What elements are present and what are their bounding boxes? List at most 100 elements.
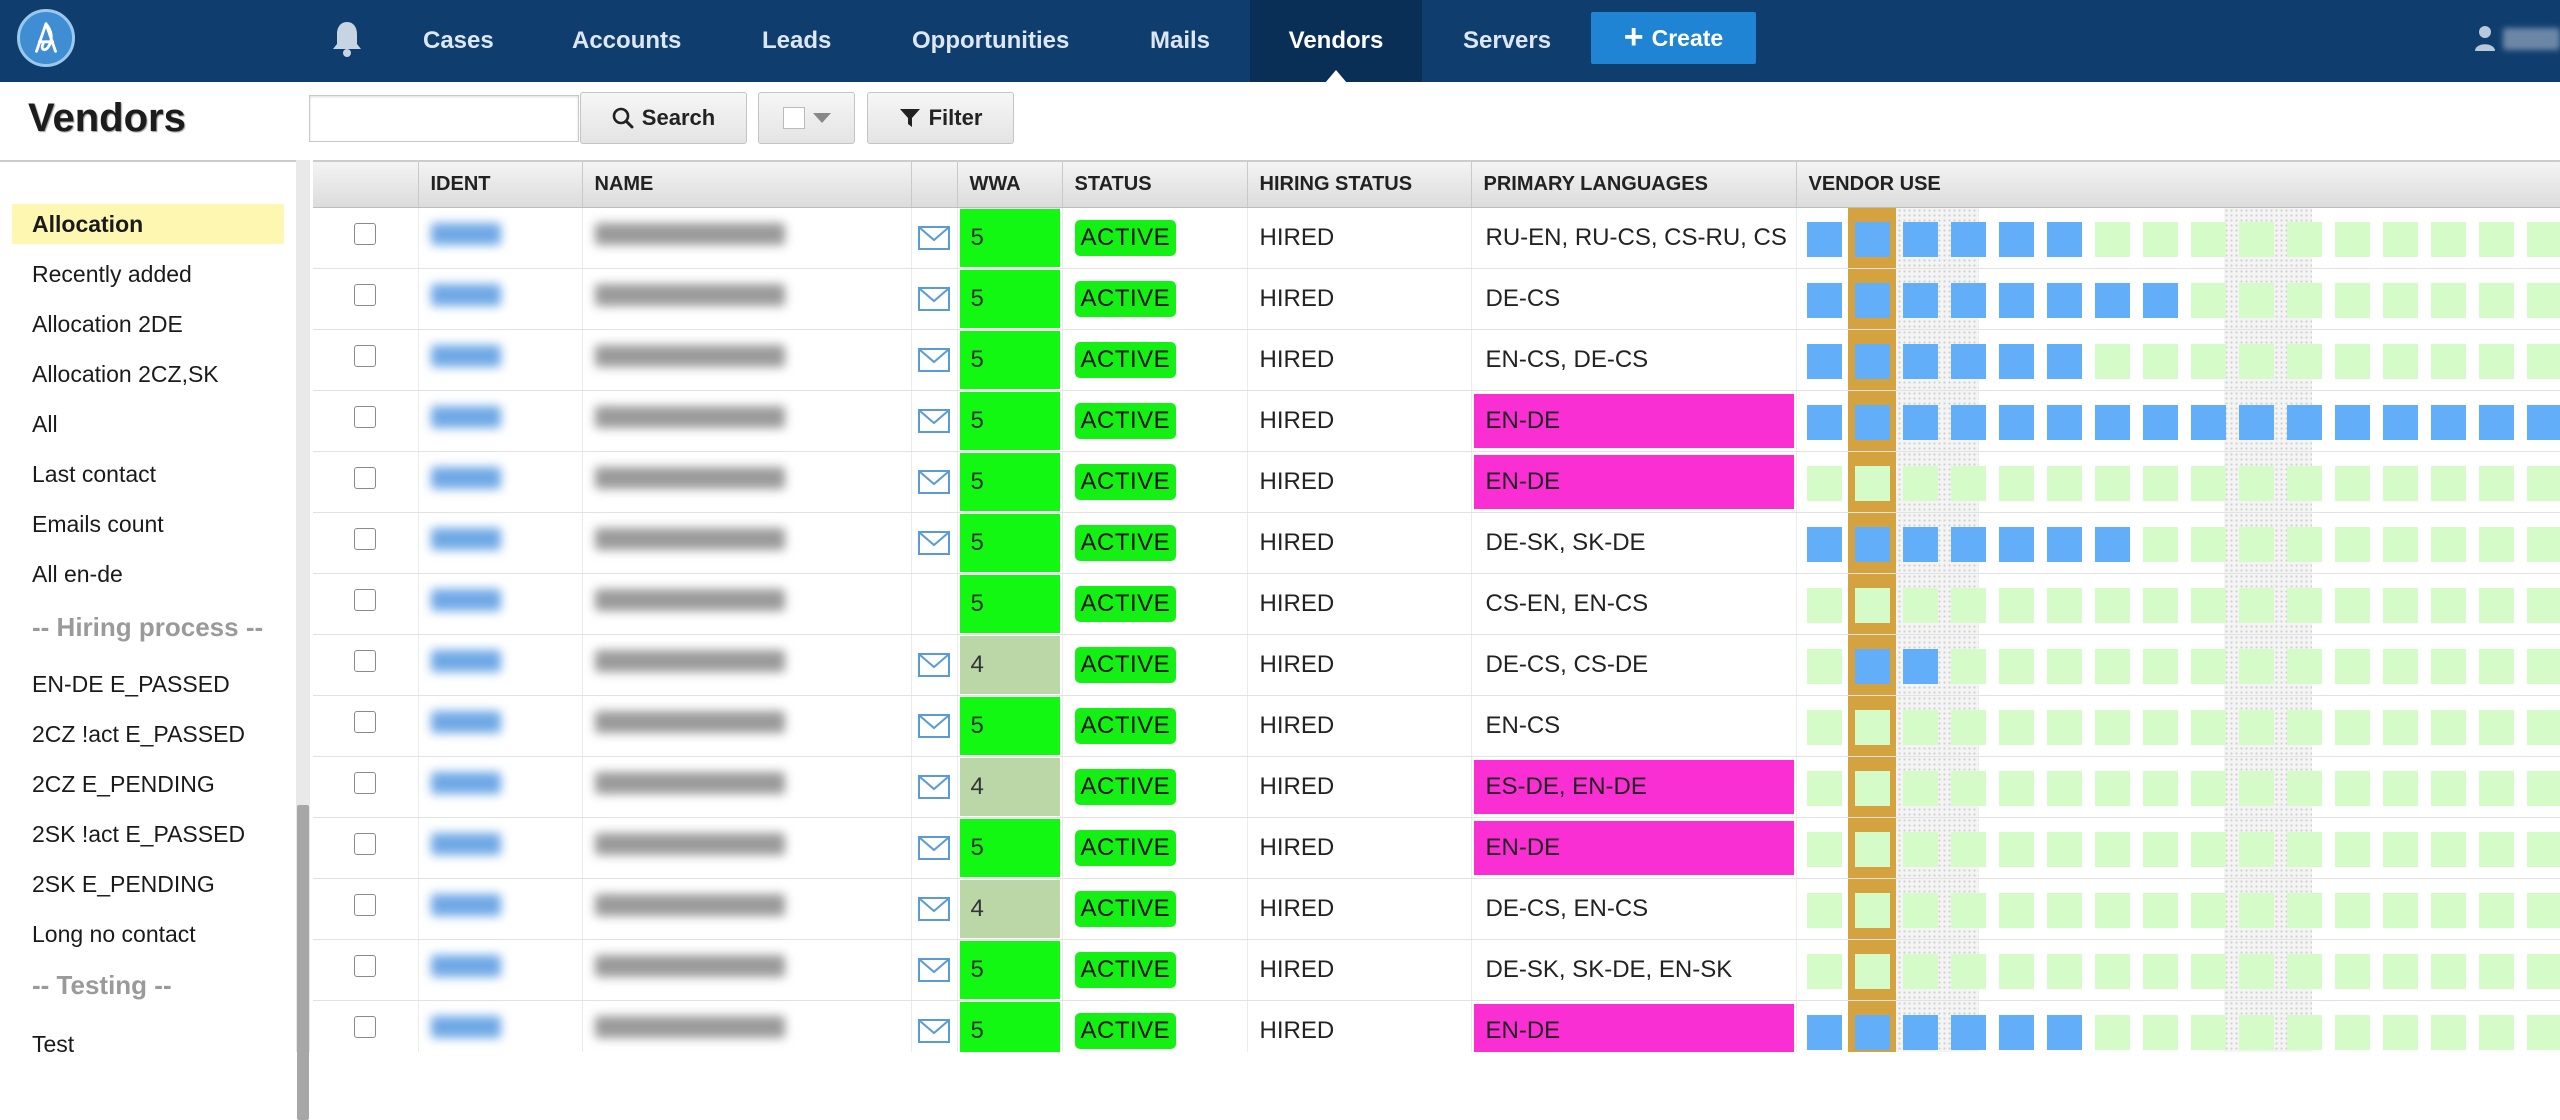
- vendor-use-day-busy[interactable]: [2143, 283, 2178, 318]
- vendor-use-day-free[interactable]: [2431, 466, 2466, 501]
- mail-icon[interactable]: [918, 653, 950, 677]
- vendor-use-day-busy[interactable]: [2335, 405, 2370, 440]
- nav-tab-leads[interactable]: Leads: [762, 0, 831, 82]
- column-header-hiring-status[interactable]: HIRING STATUS: [1247, 162, 1471, 207]
- vendor-use-day-free[interactable]: [1855, 893, 1890, 928]
- row-checkbox[interactable]: [354, 894, 376, 916]
- vendor-use-day-free[interactable]: [2047, 771, 2082, 806]
- vendor-use-day-free[interactable]: [2431, 1015, 2466, 1050]
- vendor-use-day-free[interactable]: [2095, 954, 2130, 989]
- select-all-checkbox[interactable]: [783, 107, 805, 129]
- vendor-use-day-free[interactable]: [1807, 649, 1842, 684]
- vendor-use-day-free[interactable]: [2287, 954, 2322, 989]
- vendor-use-day-free[interactable]: [2335, 222, 2370, 257]
- create-button[interactable]: + Create: [1591, 12, 1756, 64]
- row-checkbox[interactable]: [354, 833, 376, 855]
- vendor-use-day-free[interactable]: [2335, 954, 2370, 989]
- sidebar-item-2sk-act-e-passed[interactable]: 2SK !act E_PASSED: [12, 814, 284, 854]
- vendor-use-day-free[interactable]: [2143, 1015, 2178, 1050]
- vendor-use-day-free[interactable]: [1855, 771, 1890, 806]
- vendor-use-day-busy[interactable]: [1951, 222, 1986, 257]
- vendor-use-day-busy[interactable]: [2143, 405, 2178, 440]
- vendor-use-day-busy[interactable]: [1903, 405, 1938, 440]
- mail-icon[interactable]: [918, 287, 950, 311]
- vendor-use-day-free[interactable]: [1999, 832, 2034, 867]
- vendor-use-day-free[interactable]: [2431, 222, 2466, 257]
- vendor-use-day-free[interactable]: [1807, 466, 1842, 501]
- column-header-status[interactable]: STATUS: [1062, 162, 1247, 207]
- user-name-redacted[interactable]: [2503, 28, 2560, 50]
- vendor-use-day-free[interactable]: [2143, 588, 2178, 623]
- vendor-use-day-free[interactable]: [2431, 588, 2466, 623]
- vendor-use-day-free[interactable]: [2095, 771, 2130, 806]
- vendor-use-day-free[interactable]: [2095, 222, 2130, 257]
- nav-tab-cases[interactable]: Cases: [423, 0, 494, 82]
- vendor-use-day-free[interactable]: [2143, 649, 2178, 684]
- ident-link-redacted[interactable]: [431, 650, 501, 672]
- table-row[interactable]: 5ACTIVEHIREDEN-DE: [313, 817, 2560, 878]
- sidebar-item-all[interactable]: All: [12, 404, 284, 444]
- vendor-use-day-free[interactable]: [2527, 283, 2560, 318]
- vendor-use-day-free[interactable]: [2287, 344, 2322, 379]
- vendor-use-day-free[interactable]: [2479, 527, 2514, 562]
- vendor-use-day-free[interactable]: [2383, 954, 2418, 989]
- vendor-use-day-free[interactable]: [2431, 527, 2466, 562]
- vendor-use-day-free[interactable]: [2287, 588, 2322, 623]
- vendor-use-day-free[interactable]: [2239, 1015, 2274, 1050]
- vendor-use-day-free[interactable]: [2239, 588, 2274, 623]
- vendor-use-day-free[interactable]: [2383, 222, 2418, 257]
- vendor-use-day-busy[interactable]: [2047, 1015, 2082, 1050]
- table-row[interactable]: 5ACTIVEHIREDEN-DE: [313, 390, 2560, 451]
- vendor-use-day-free[interactable]: [2095, 710, 2130, 745]
- ident-link-redacted[interactable]: [431, 284, 501, 306]
- ident-link-redacted[interactable]: [431, 894, 501, 916]
- vendor-use-day-free[interactable]: [2095, 893, 2130, 928]
- vendor-use-day-free[interactable]: [2047, 588, 2082, 623]
- vendor-use-day-free[interactable]: [2191, 771, 2226, 806]
- vendor-use-day-free[interactable]: [2527, 649, 2560, 684]
- vendor-use-day-free[interactable]: [2287, 649, 2322, 684]
- vendor-use-day-free[interactable]: [2431, 771, 2466, 806]
- ident-link-redacted[interactable]: [431, 955, 501, 977]
- vendor-use-day-free[interactable]: [2191, 954, 2226, 989]
- sidebar-item-test[interactable]: Test: [12, 1024, 284, 1064]
- nav-tab-mails[interactable]: Mails: [1150, 0, 1210, 82]
- vendor-use-day-free[interactable]: [1903, 771, 1938, 806]
- vendor-use-day-free[interactable]: [2287, 283, 2322, 318]
- vendor-use-day-busy[interactable]: [1999, 283, 2034, 318]
- vendor-use-day-free[interactable]: [1807, 832, 1842, 867]
- vendor-use-day-busy[interactable]: [1999, 1015, 2034, 1050]
- row-checkbox[interactable]: [354, 1016, 376, 1038]
- ident-link-redacted[interactable]: [431, 223, 501, 245]
- vendor-use-day-free[interactable]: [2335, 893, 2370, 928]
- vendor-use-day-busy[interactable]: [1999, 405, 2034, 440]
- mail-icon[interactable]: [918, 897, 950, 921]
- vendor-use-day-free[interactable]: [2191, 466, 2226, 501]
- vendor-use-day-free[interactable]: [2383, 1015, 2418, 1050]
- vendor-use-day-busy[interactable]: [1999, 344, 2034, 379]
- vendor-use-day-busy[interactable]: [1807, 283, 1842, 318]
- vendor-use-day-free[interactable]: [2239, 344, 2274, 379]
- vendor-use-day-free[interactable]: [2191, 344, 2226, 379]
- vendor-use-day-busy[interactable]: [1951, 344, 1986, 379]
- vendor-use-day-busy[interactable]: [2287, 405, 2322, 440]
- vendor-use-day-free[interactable]: [2287, 466, 2322, 501]
- sidebar-item-recently-added[interactable]: Recently added: [12, 254, 284, 294]
- sidebar-item-all-en-de[interactable]: All en-de: [12, 554, 284, 594]
- vendor-use-day-free[interactable]: [1951, 649, 1986, 684]
- sidebar-item-last-contact[interactable]: Last contact: [12, 454, 284, 494]
- vendor-use-day-busy[interactable]: [1855, 283, 1890, 318]
- table-row[interactable]: 4ACTIVEHIREDES-DE, EN-DE: [313, 756, 2560, 817]
- vendor-use-day-free[interactable]: [2047, 832, 2082, 867]
- ident-link-redacted[interactable]: [431, 833, 501, 855]
- vendor-use-day-busy[interactable]: [2095, 405, 2130, 440]
- vendor-use-day-busy[interactable]: [1951, 405, 1986, 440]
- table-row[interactable]: 4ACTIVEHIREDDE-CS, EN-CS: [313, 878, 2560, 939]
- vendor-use-day-free[interactable]: [2383, 649, 2418, 684]
- vendor-use-day-free[interactable]: [2383, 832, 2418, 867]
- row-checkbox[interactable]: [354, 406, 376, 428]
- vendor-use-day-free[interactable]: [2335, 710, 2370, 745]
- vendor-use-day-free[interactable]: [2143, 771, 2178, 806]
- mail-icon[interactable]: [918, 1019, 950, 1043]
- vendor-use-day-busy[interactable]: [1903, 1015, 1938, 1050]
